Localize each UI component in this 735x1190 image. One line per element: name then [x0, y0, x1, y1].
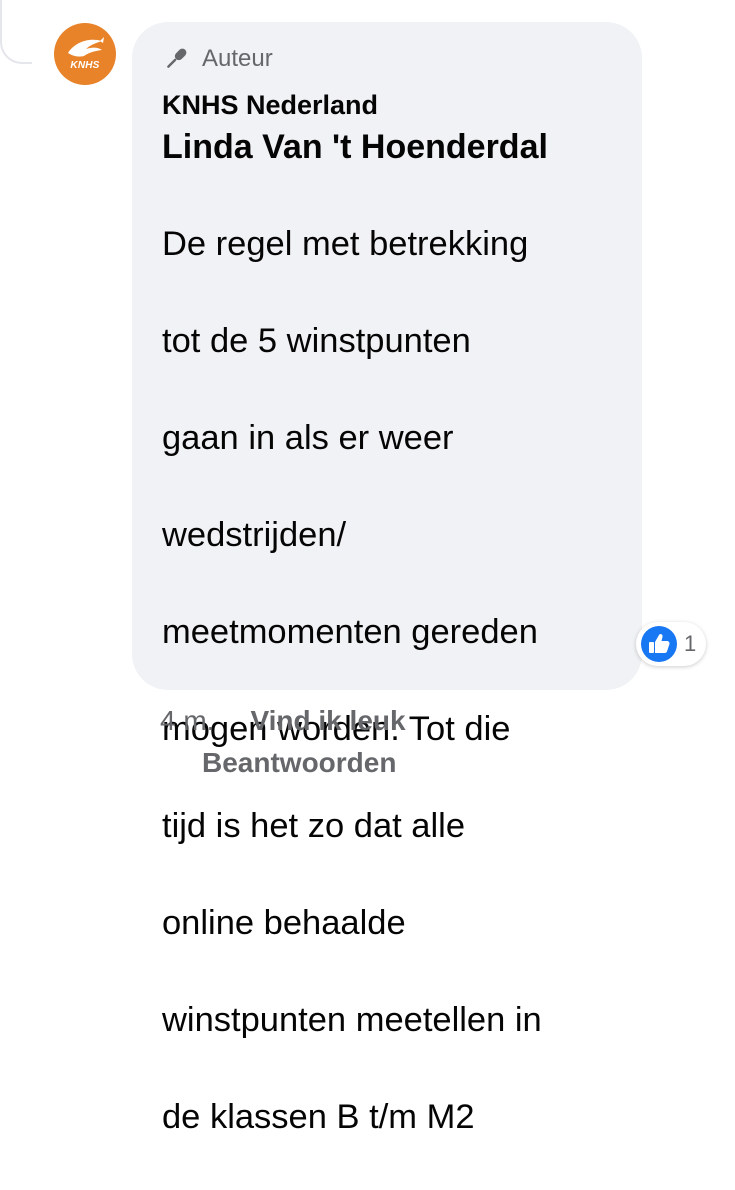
thumbs-up-icon [641, 626, 677, 662]
comment-line: tot de 5 winstpunten [162, 321, 471, 360]
reaction-count: 1 [684, 631, 697, 656]
comment-line: meetmomenten gereden [162, 612, 538, 651]
reply-button[interactable]: Beantwoorden [202, 742, 580, 784]
author-badge-label: Auteur [202, 45, 273, 72]
microphone-icon [167, 48, 187, 68]
avatar[interactable]: KNHS [54, 23, 116, 85]
comment-line: gaan in als er weer [162, 418, 454, 457]
comment-timestamp[interactable]: 4 m. [160, 700, 214, 742]
comment-line: winstpunten meetellen in [162, 1000, 542, 1039]
like-button[interactable]: Vind ik leuk [250, 705, 405, 736]
comment-text: De regel met betrekking tot de 5 winstpu… [162, 171, 642, 1190]
reply-thread-line [0, 0, 32, 64]
reaction-summary[interactable]: 1 [636, 622, 707, 666]
author-badge: Auteur [162, 42, 642, 76]
horse-logo-icon [68, 37, 104, 57]
comment-line: de klassen B t/m M2 [162, 1097, 475, 1136]
comment-line: online behaalde [162, 903, 406, 942]
comment-line: tijd is het zo dat alle [162, 806, 466, 845]
comment-line: wedstrijden/ [162, 515, 347, 554]
comment-bubble: Auteur KNHS Nederland Linda Van 't Hoend… [132, 22, 642, 1136]
avatar-brand-text: KNHS [70, 60, 100, 71]
commenter-name[interactable]: KNHS Nederland [162, 90, 642, 120]
mention-name[interactable]: Linda Van 't Hoenderdal [162, 127, 642, 167]
comment-line: De regel met betrekking [162, 224, 529, 263]
comment-actions: 4 m. Vind ik leuk Beantwoorden [160, 700, 580, 784]
